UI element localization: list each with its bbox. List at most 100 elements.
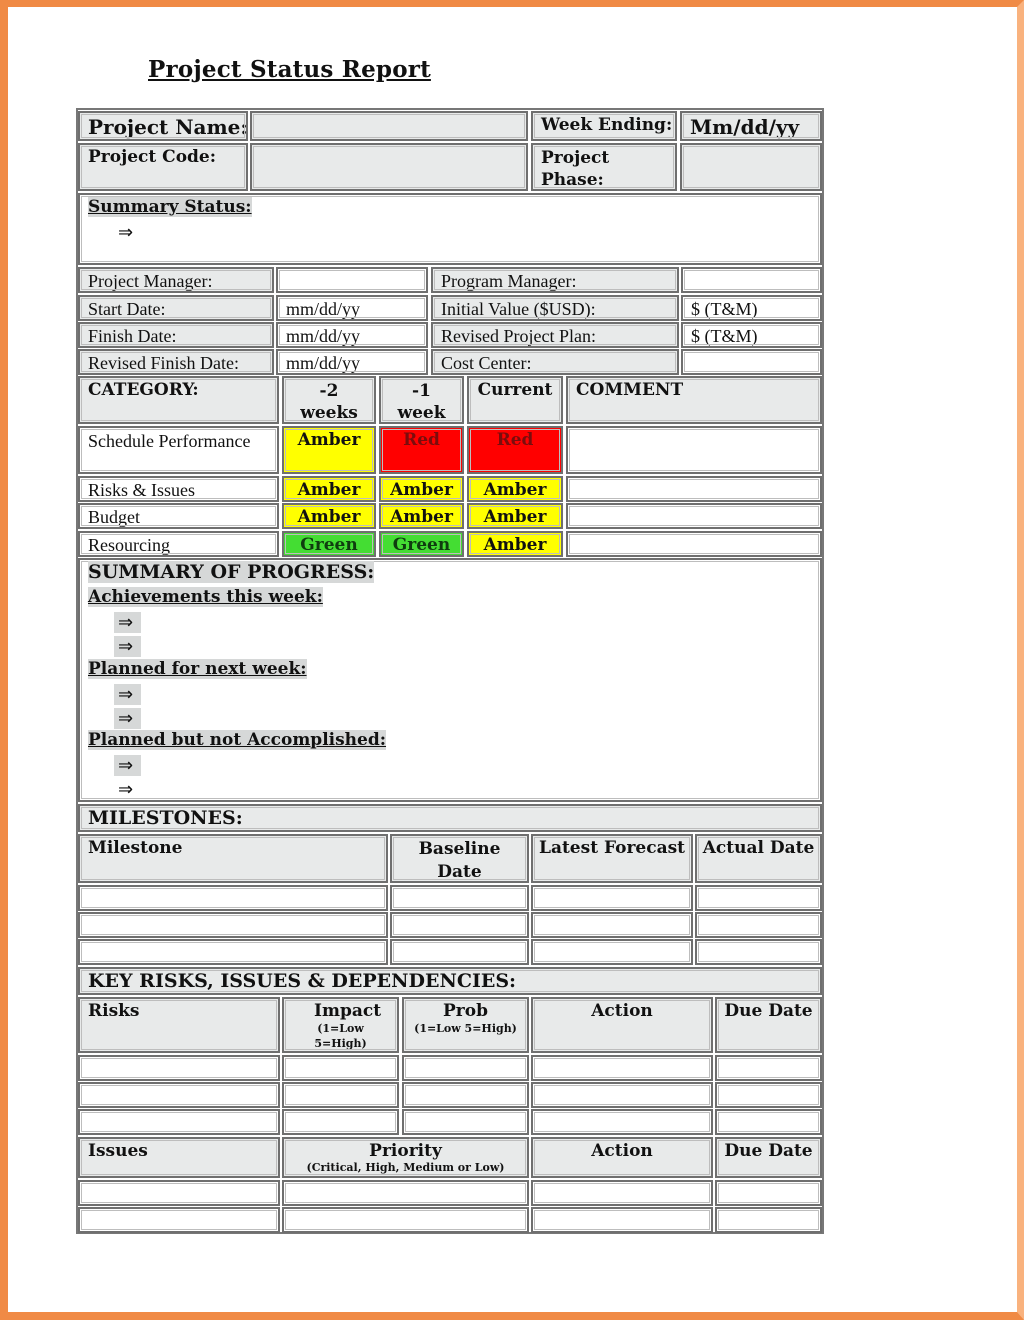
achievement-bullet-arrow-icon: ⇒ xyxy=(114,636,142,657)
project-name-label: Project Name: xyxy=(78,111,248,141)
priority-scale-note: (Critical, High, Medium or Low) xyxy=(306,1161,505,1174)
program-manager-field[interactable] xyxy=(681,267,822,293)
achievement-bullet-arrow-icon: ⇒ xyxy=(114,612,142,633)
project-code-label: Project Code: xyxy=(78,143,248,191)
summary-bullet-arrow-icon: ⇒ xyxy=(118,222,134,243)
issue-field[interactable] xyxy=(78,1207,280,1233)
issues-header: Issues xyxy=(78,1137,280,1178)
status-cell-amber[interactable]: Amber xyxy=(282,503,376,529)
week-ending-label: Week Ending: xyxy=(531,111,677,141)
milestones-heading: MILESTONES: xyxy=(78,804,822,832)
impact-header-label: Impact xyxy=(314,1001,382,1021)
finish-date-field[interactable]: mm/dd/yy xyxy=(276,322,428,348)
milestone-name-field[interactable] xyxy=(78,885,388,911)
latest-forecast-field[interactable] xyxy=(531,885,693,911)
status-cell-amber[interactable]: Amber xyxy=(467,476,563,502)
status-cell-amber[interactable]: Amber xyxy=(282,426,376,474)
project-code-field[interactable] xyxy=(250,143,528,191)
risk-action-field[interactable] xyxy=(531,1082,713,1108)
minus-1-week-header: -1 week xyxy=(379,376,464,424)
issue-due-date-field[interactable] xyxy=(715,1207,822,1233)
start-date-label: Start Date: xyxy=(78,295,274,321)
status-cell-amber[interactable]: Amber xyxy=(467,531,563,557)
initial-value-label: Initial Value ($USD): xyxy=(431,295,679,321)
planned-bullet-arrow-icon: ⇒ xyxy=(114,708,142,729)
current-header: Current xyxy=(467,376,563,424)
latest-forecast-field[interactable] xyxy=(531,939,693,965)
risk-field[interactable] xyxy=(78,1109,280,1135)
category-risks-issues: Risks & Issues xyxy=(78,476,279,502)
prob-scale-note: (1=Low 5=High) xyxy=(414,1022,517,1035)
comment-header: COMMENT xyxy=(566,376,822,424)
start-date-field[interactable]: mm/dd/yy xyxy=(276,295,428,321)
status-cell-red[interactable]: Red xyxy=(467,426,563,474)
project-name-field[interactable] xyxy=(250,111,528,141)
baseline-date-header: Baseline Date xyxy=(390,834,529,883)
not-accomplished-bullet-arrow-icon: ⇒ xyxy=(114,755,142,776)
issue-action-field[interactable] xyxy=(531,1207,713,1233)
risk-action-field[interactable] xyxy=(531,1055,713,1081)
status-cell-amber[interactable]: Amber xyxy=(467,503,563,529)
summary-status-section[interactable]: Summary Status: xyxy=(78,193,822,265)
priority-field[interactable] xyxy=(282,1180,529,1206)
minus-2-weeks-header: -2 weeks xyxy=(282,376,376,424)
risk-due-date-field[interactable] xyxy=(715,1082,822,1108)
latest-forecast-header: Latest Forecast xyxy=(531,834,693,883)
baseline-date-field[interactable] xyxy=(390,885,529,911)
prob-field[interactable] xyxy=(402,1109,529,1135)
status-cell-red[interactable]: Red xyxy=(379,426,464,474)
prob-field[interactable] xyxy=(402,1082,529,1108)
program-manager-label: Program Manager: xyxy=(431,267,679,293)
project-phase-field[interactable] xyxy=(680,143,822,191)
issue-action-field[interactable] xyxy=(531,1180,713,1206)
revised-project-plan-label: Revised Project Plan: xyxy=(431,322,679,348)
risk-action-field[interactable] xyxy=(531,1109,713,1135)
status-cell-amber[interactable]: Amber xyxy=(379,503,464,529)
revised-finish-date-field[interactable]: mm/dd/yy xyxy=(276,349,428,375)
comment-field[interactable] xyxy=(566,476,822,502)
comment-field[interactable] xyxy=(566,503,822,529)
week-ending-field[interactable]: Mm/dd/yy xyxy=(680,111,822,141)
actual-date-field[interactable] xyxy=(695,912,822,938)
revised-finish-date-label: Revised Finish Date: xyxy=(78,349,274,375)
category-schedule-performance: Schedule Performance xyxy=(78,426,279,474)
impact-field[interactable] xyxy=(282,1109,399,1135)
impact-field[interactable] xyxy=(282,1082,399,1108)
priority-field[interactable] xyxy=(282,1207,529,1233)
baseline-date-field[interactable] xyxy=(390,939,529,965)
summary-of-progress-heading: SUMMARY OF PROGRESS: xyxy=(88,561,375,583)
project-phase-label: Project Phase: xyxy=(531,143,677,191)
status-cell-amber[interactable]: Amber xyxy=(282,476,376,502)
comment-field[interactable] xyxy=(566,531,822,557)
status-cell-green[interactable]: Green xyxy=(282,531,376,557)
prob-field[interactable] xyxy=(402,1055,529,1081)
actual-date-header: Actual Date xyxy=(695,834,822,883)
issue-action-header: Action xyxy=(531,1137,713,1178)
initial-value-field[interactable]: $ (T&M) xyxy=(681,295,822,321)
risk-field[interactable] xyxy=(78,1082,280,1108)
comment-field[interactable] xyxy=(566,426,822,474)
baseline-date-field[interactable] xyxy=(390,912,529,938)
status-cell-green[interactable]: Green xyxy=(379,531,464,557)
priority-header-label: Priority xyxy=(369,1141,442,1161)
actual-date-field[interactable] xyxy=(695,885,822,911)
planned-not-accomplished-label: Planned but not Accomplished: xyxy=(88,730,387,750)
actual-date-field[interactable] xyxy=(695,939,822,965)
issue-due-date-field[interactable] xyxy=(715,1180,822,1206)
project-manager-field[interactable] xyxy=(276,267,428,293)
risk-due-date-field[interactable] xyxy=(715,1055,822,1081)
revised-project-plan-field[interactable]: $ (T&M) xyxy=(681,322,822,348)
status-cell-amber[interactable]: Amber xyxy=(379,476,464,502)
risk-due-date-field[interactable] xyxy=(715,1109,822,1135)
not-accomplished-bullet-arrow-icon: ⇒ xyxy=(118,779,134,800)
cost-center-field[interactable] xyxy=(681,349,822,375)
planned-bullet-arrow-icon: ⇒ xyxy=(114,684,142,705)
milestone-name-field[interactable] xyxy=(78,912,388,938)
milestone-name-field[interactable] xyxy=(78,939,388,965)
latest-forecast-field[interactable] xyxy=(531,912,693,938)
issue-field[interactable] xyxy=(78,1180,280,1206)
issue-due-date-header: Due Date xyxy=(715,1137,822,1178)
risk-field[interactable] xyxy=(78,1055,280,1081)
prob-header-label: Prob xyxy=(443,1001,488,1021)
impact-field[interactable] xyxy=(282,1055,399,1081)
